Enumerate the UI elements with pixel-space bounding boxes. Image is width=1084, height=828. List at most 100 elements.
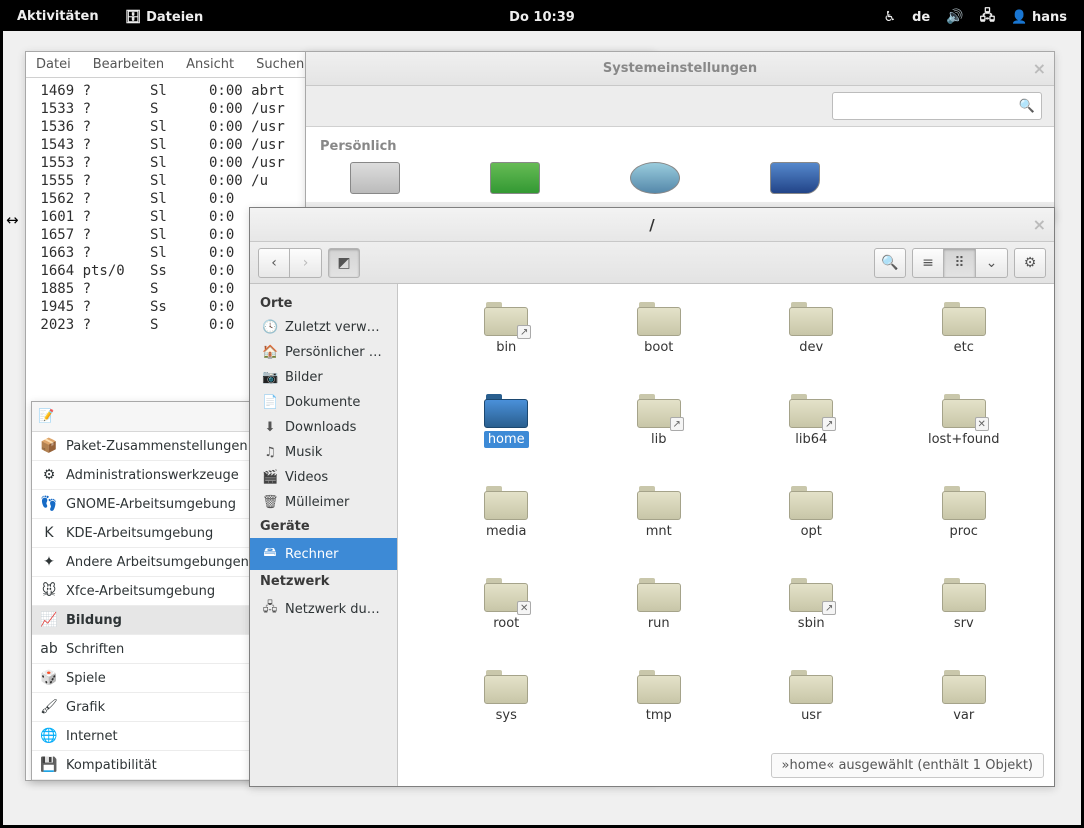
user-menu[interactable]: 👤 hans: [1011, 10, 1067, 25]
folder-label: lost+found: [924, 431, 1004, 448]
edit-icon[interactable]: 📝: [38, 409, 54, 424]
folder-item[interactable]: usr: [741, 670, 882, 758]
settings-item-desktop[interactable]: [350, 162, 400, 194]
menu-file[interactable]: Datei: [36, 57, 71, 72]
pathbar-root-button[interactable]: ◩: [328, 248, 360, 278]
folder-item[interactable]: home: [436, 394, 577, 482]
sidebar-item-label: Netzwerk du…: [285, 602, 380, 617]
sidebar-item[interactable]: 🖧Netzwerk du…: [250, 593, 397, 625]
view-grid-button[interactable]: ⠿: [944, 248, 976, 278]
close-icon[interactable]: ×: [1033, 215, 1046, 234]
sidebar-item[interactable]: ⬇Downloads: [250, 415, 397, 440]
folder-label: boot: [640, 339, 677, 356]
forward-button[interactable]: ›: [290, 248, 322, 278]
folder-item[interactable]: dev: [741, 302, 882, 390]
folder-item[interactable]: opt: [741, 486, 882, 574]
category-label: Administrationswerkzeuge: [66, 468, 239, 483]
folder-item[interactable]: ✕root: [436, 578, 577, 666]
sidebar-item[interactable]: 📄Dokumente: [250, 390, 397, 415]
folder-item[interactable]: etc: [894, 302, 1035, 390]
sidebar-item-label: Zuletzt verw…: [285, 320, 380, 335]
folder-label: run: [644, 615, 674, 632]
category-icon: 📦: [40, 437, 58, 455]
settings-item-background[interactable]: [490, 162, 540, 194]
folder-icon: [789, 670, 833, 704]
folder-item[interactable]: tmp: [589, 670, 730, 758]
sidebar-item-label: Musik: [285, 445, 322, 460]
view-list-button[interactable]: ≡: [912, 248, 944, 278]
folder-label: srv: [950, 615, 978, 632]
category-label: Xfce-Arbeitsumgebung: [66, 584, 215, 599]
folder-label: proc: [946, 523, 982, 540]
menu-search[interactable]: Suchen: [256, 57, 304, 72]
fm-file-area[interactable]: ↗bin boot devetc home ↗ lib ↗lib64✕lost+found m…: [398, 284, 1054, 786]
folder-item[interactable]: proc: [894, 486, 1035, 574]
volume-icon[interactable]: 🔊: [946, 9, 963, 25]
folder-item[interactable]: ↗lib64: [741, 394, 882, 482]
sidebar-item-icon: 📷: [262, 370, 278, 385]
activities-button[interactable]: Aktivitäten: [3, 3, 113, 31]
folder-icon: [942, 670, 986, 704]
close-icon[interactable]: ×: [1033, 59, 1046, 78]
folder-icon: ↗: [789, 578, 833, 612]
settings-item-network[interactable]: [630, 162, 680, 194]
folder-icon: [484, 486, 528, 520]
sidebar-item[interactable]: 🗑Mülleimer: [250, 490, 397, 515]
category-label: Paket-Zusammenstellungen: [66, 439, 248, 454]
network-icon[interactable]: 🖧: [980, 5, 996, 29]
accessibility-icon[interactable]: ♿: [884, 9, 897, 25]
menu-edit[interactable]: Bearbeiten: [93, 57, 164, 72]
resize-arrow-icon: ↔: [6, 211, 19, 229]
menu-view[interactable]: Ansicht: [186, 57, 234, 72]
folder-item[interactable]: ✕lost+found: [894, 394, 1035, 482]
sidebar-item[interactable]: 🖴Rechner: [250, 538, 397, 570]
category-icon: ⚙: [40, 466, 58, 484]
sidebar-item[interactable]: ♫Musik: [250, 440, 397, 465]
sidebar-heading: Orte: [260, 296, 387, 311]
clock[interactable]: Do 10:39: [509, 10, 575, 25]
sidebar-item-icon: 📄: [262, 395, 278, 410]
folder-item[interactable]: run: [589, 578, 730, 666]
folder-label: tmp: [642, 707, 676, 724]
folder-item[interactable]: sys: [436, 670, 577, 758]
folder-item[interactable]: media: [436, 486, 577, 574]
sidebar-item[interactable]: 🕓Zuletzt verw…: [250, 315, 397, 340]
folder-item[interactable]: boot: [589, 302, 730, 390]
category-icon: 🎲: [40, 669, 58, 687]
sidebar-item[interactable]: 🏠Persönlicher …: [250, 340, 397, 365]
view-options-button[interactable]: ⌄: [976, 248, 1008, 278]
folder-icon: ↗: [637, 394, 681, 428]
app-menu[interactable]: 🗄 Dateien: [113, 10, 216, 25]
keyboard-layout[interactable]: de: [912, 10, 930, 25]
folder-icon: [942, 302, 986, 336]
fm-statusbar: »home« ausgewählt (enthält 1 Objekt): [771, 753, 1044, 778]
folder-label: lib: [647, 431, 670, 448]
settings-search[interactable]: 🔍: [832, 92, 1042, 120]
category-icon: 📈: [40, 611, 58, 629]
settings-titlebar: Systemeinstellungen ×: [306, 52, 1054, 86]
back-button[interactable]: ‹: [258, 248, 290, 278]
folder-item[interactable]: var: [894, 670, 1035, 758]
folder-label: root: [489, 615, 523, 632]
folder-item[interactable]: ↗bin: [436, 302, 577, 390]
fm-titlebar[interactable]: / ×: [250, 208, 1054, 242]
category-icon: ab: [40, 640, 58, 658]
search-button[interactable]: 🔍: [874, 248, 906, 278]
folder-icon: [942, 578, 986, 612]
folder-label: usr: [797, 707, 825, 724]
gear-button[interactable]: ⚙: [1014, 248, 1046, 278]
category-label: Andere Arbeitsumgebungen: [66, 555, 249, 570]
sidebar-item[interactable]: 🎬Videos: [250, 465, 397, 490]
folder-icon: [637, 302, 681, 336]
folder-icon: [637, 578, 681, 612]
folder-item[interactable]: mnt: [589, 486, 730, 574]
folder-item[interactable]: srv: [894, 578, 1035, 666]
folder-item[interactable]: ↗sbin: [741, 578, 882, 666]
sidebar-item[interactable]: 📷Bilder: [250, 365, 397, 390]
category-label: Internet: [66, 729, 118, 744]
settings-item-region[interactable]: [770, 162, 820, 194]
sidebar-heading: Geräte: [260, 519, 387, 534]
folder-badge-icon: ↗: [822, 601, 836, 615]
folder-item[interactable]: ↗ lib: [589, 394, 730, 482]
sidebar-item-icon: 🏠: [262, 345, 278, 360]
